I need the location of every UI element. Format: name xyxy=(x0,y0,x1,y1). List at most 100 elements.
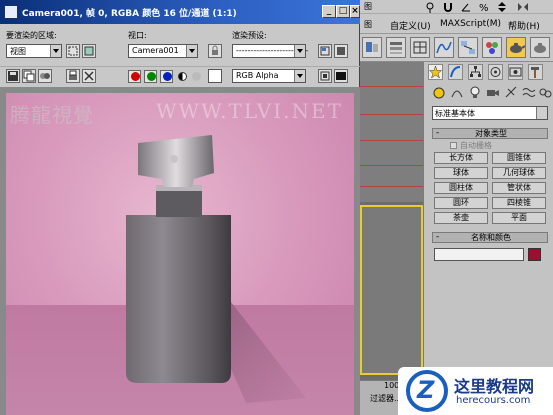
camera-icon[interactable] xyxy=(486,85,500,100)
preset-dropdown[interactable]: ------------------------- xyxy=(232,44,308,58)
filter-label[interactable]: 过滤器... xyxy=(370,393,402,404)
rendered-image: 腾龍視覺 WWW.TLVI.NET xyxy=(6,93,354,415)
pin-icon[interactable] xyxy=(424,1,436,13)
viewport-dropdown[interactable]: Camera001 xyxy=(128,44,198,58)
helpers-icon[interactable] xyxy=(504,85,518,100)
tab-modify[interactable] xyxy=(448,64,463,80)
maximize-button[interactable]: □ xyxy=(336,5,350,18)
auto-region-button[interactable] xyxy=(82,44,96,58)
tab-motion[interactable] xyxy=(488,64,503,80)
clone-window-icon xyxy=(40,73,50,79)
shapes-icon[interactable] xyxy=(450,85,464,100)
material-editor-button[interactable] xyxy=(482,37,502,58)
render-teapot-icon xyxy=(534,43,546,53)
render-window-title-bar[interactable]: Camera001, 帧 0, RGBA 颜色 16 位/通道 (1:1) _ … xyxy=(0,0,360,24)
spinner-snap-icon[interactable] xyxy=(496,1,508,13)
lock-icon xyxy=(212,45,218,55)
render-button[interactable] xyxy=(530,37,550,58)
monochrome-icon[interactable] xyxy=(192,72,201,81)
logo-mark: Z xyxy=(406,370,448,412)
background-swatch[interactable] xyxy=(208,69,222,83)
object-type-title: 对象类型 xyxy=(475,129,507,138)
schematic-button[interactable] xyxy=(458,37,478,58)
close-icon: × xyxy=(351,6,359,16)
watermark-text: 腾龍視覺 xyxy=(10,103,94,127)
layer-manager-button[interactable] xyxy=(386,37,406,58)
tab-utilities[interactable] xyxy=(528,64,543,80)
grid-lines xyxy=(360,62,423,202)
menu-maxscript[interactable]: MAXScript(M) xyxy=(440,19,501,29)
tab-create[interactable] xyxy=(428,64,443,80)
box-button[interactable]: 长方体 xyxy=(434,152,488,164)
max-title-bar: 图 % xyxy=(360,0,553,14)
angle-snap-icon[interactable] xyxy=(460,1,472,13)
name-color-rollout-header[interactable]: - 名称和颜色 xyxy=(432,232,548,243)
lights-icon[interactable] xyxy=(468,85,482,100)
geosphere-button[interactable]: 几何球体 xyxy=(492,167,546,179)
area-dropdown[interactable]: 视图 xyxy=(6,44,62,58)
percent-snap-icon[interactable]: % xyxy=(478,1,490,13)
graphite-button[interactable] xyxy=(410,37,430,58)
tab-display[interactable] xyxy=(508,64,523,80)
mirror-icon[interactable] xyxy=(516,1,530,13)
sphere-button[interactable]: 球体 xyxy=(434,167,488,179)
render-setup-button[interactable] xyxy=(318,44,332,58)
object-name-field[interactable] xyxy=(434,248,524,261)
render-setup-button[interactable] xyxy=(506,37,526,58)
alpha-channel-icon[interactable] xyxy=(178,72,187,81)
svg-text:%: % xyxy=(479,3,489,13)
channel-dropdown[interactable]: RGB Alpha xyxy=(232,69,306,83)
autogrid-checkbox[interactable]: 自动栅格 xyxy=(450,140,492,151)
active-viewport[interactable] xyxy=(360,205,423,375)
auto-region-icon xyxy=(84,46,94,56)
geometry-icon[interactable] xyxy=(432,85,446,100)
spacewarps-icon[interactable] xyxy=(522,85,536,100)
teapot-icon xyxy=(510,43,526,53)
menu-help[interactable]: 帮助(H) xyxy=(508,19,540,32)
copy-image-button[interactable] xyxy=(22,69,36,83)
minimize-button[interactable]: _ xyxy=(322,5,336,18)
render-frame: 腾龍視覺 WWW.TLVI.NET xyxy=(0,87,360,415)
systems-icon[interactable] xyxy=(538,85,552,100)
render-setup-icon xyxy=(320,46,330,56)
teapot-button[interactable]: 茶壶 xyxy=(434,212,488,224)
magnet-icon[interactable] xyxy=(442,1,454,13)
material-icon xyxy=(486,42,498,54)
create-star-icon xyxy=(428,65,443,79)
object-color-swatch[interactable] xyxy=(528,248,541,261)
chevron-down-icon xyxy=(536,107,547,119)
tube-button[interactable]: 管状体 xyxy=(492,182,546,194)
toggle-ui-button[interactable] xyxy=(334,69,348,83)
edit-region-button[interactable] xyxy=(66,44,80,58)
menu-partial[interactable]: 图 xyxy=(364,19,372,30)
plane-button[interactable]: 平面 xyxy=(492,212,546,224)
torus-button[interactable]: 圆环 xyxy=(434,197,488,209)
lock-viewport-button[interactable] xyxy=(208,44,222,58)
cylinder-button[interactable]: 圆柱体 xyxy=(434,182,488,194)
area-label: 要渲染的区域: xyxy=(6,31,57,40)
environment-icon xyxy=(337,47,345,55)
curve-icon xyxy=(436,41,452,54)
chevron-down-icon xyxy=(294,70,305,82)
chevron-down-icon xyxy=(50,45,61,57)
toggle-ui-overlay-button[interactable] xyxy=(318,69,332,83)
pyramid-button[interactable]: 四棱锥 xyxy=(492,197,546,209)
close-button[interactable]: × xyxy=(350,5,360,18)
object-type-rollout-header[interactable]: - 对象类型 xyxy=(432,128,548,139)
environment-button[interactable] xyxy=(334,44,348,58)
viewport-top[interactable] xyxy=(360,62,423,202)
print-button[interactable] xyxy=(66,69,80,83)
curve-editor-button[interactable] xyxy=(434,37,454,58)
align-icon xyxy=(366,42,378,52)
align-button[interactable] xyxy=(362,37,382,58)
save-image-button[interactable] xyxy=(6,69,20,83)
primitive-type-dropdown[interactable]: 标准基本体 xyxy=(432,106,548,120)
menu-customize[interactable]: 自定义(U) xyxy=(390,19,431,32)
tab-hierarchy[interactable] xyxy=(468,64,483,80)
cone-button[interactable]: 圆锥体 xyxy=(492,152,546,164)
region-edit-icon xyxy=(68,46,78,56)
clear-button[interactable] xyxy=(82,69,96,83)
chevron-down-icon xyxy=(294,45,305,57)
clone-window-button[interactable] xyxy=(38,69,52,83)
channel-toolbar: RGB Alpha xyxy=(0,66,360,86)
